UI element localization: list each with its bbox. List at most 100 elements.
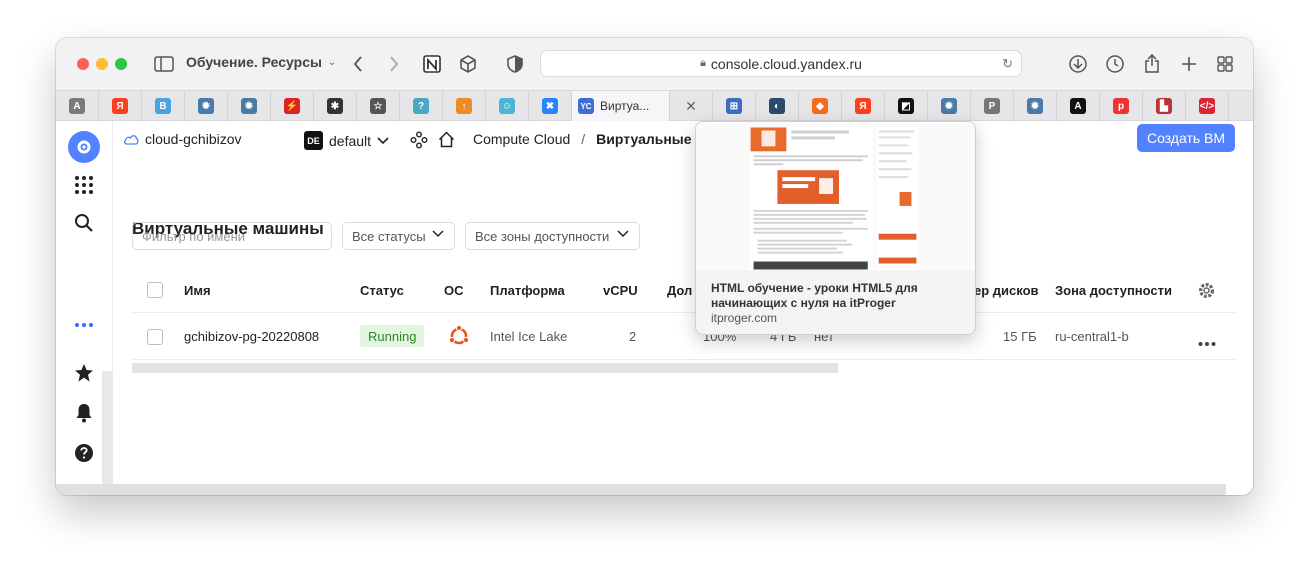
pinned-tab-1[interactable]: Я	[99, 91, 142, 121]
select-all-checkbox[interactable]	[147, 282, 163, 298]
folder-name: default	[329, 132, 372, 149]
column-header-name[interactable]: Имя	[184, 283, 211, 298]
home-icon[interactable]	[438, 131, 455, 148]
status-filter-select[interactable]: Все статусы	[342, 222, 455, 250]
pinned-right-tab-9[interactable]: p	[1100, 91, 1143, 121]
pinned-right-tab-3[interactable]: Я	[842, 91, 885, 121]
column-header-share[interactable]: Дол	[667, 283, 692, 298]
pinned-tab-5[interactable]: ⚡	[271, 91, 314, 121]
create-vm-button[interactable]: Создать ВМ	[1137, 124, 1235, 152]
pinned-right-tab-4[interactable]: ◩	[885, 91, 928, 121]
status-badge: Running	[360, 325, 425, 347]
favicon-icon: ☆	[370, 98, 386, 114]
share-icon[interactable]	[1141, 53, 1163, 75]
column-header-zone[interactable]: Зона доступности	[1055, 283, 1172, 298]
address-bar[interactable]: 🔒︎ console.cloud.yandex.ru ↻	[540, 50, 1022, 77]
breadcrumb-service[interactable]: Compute Cloud	[473, 131, 570, 147]
shield-icon[interactable]	[504, 53, 526, 75]
vm-vcpu: 2	[629, 329, 637, 344]
column-header-status[interactable]: Статус	[360, 283, 404, 298]
history-icon[interactable]	[1104, 53, 1126, 75]
pinned-tab-10[interactable]: ☺	[486, 91, 529, 121]
pinned-tab-9[interactable]: ↑	[443, 91, 486, 121]
table-horizontal-scrollbar[interactable]	[132, 363, 838, 373]
favicon-icon: ✹	[941, 98, 957, 114]
pinned-right-tab-1[interactable]: ◐	[756, 91, 799, 121]
favicon-icon: A	[69, 98, 85, 114]
pinned-tabs-right: ⊞ ◐ ◆ Я ◩ ✹ P ✹ Ap ▙ </>	[713, 91, 1229, 121]
pinned-right-tab-8[interactable]: A	[1057, 91, 1100, 121]
row-actions-icon[interactable]	[1198, 334, 1216, 352]
services-grid-icon[interactable]	[70, 171, 98, 199]
downloads-icon[interactable]	[1067, 53, 1089, 75]
notifications-bell-icon[interactable]	[70, 399, 98, 427]
zoom-window-button[interactable]	[115, 58, 127, 70]
favicon-icon: ✖	[542, 98, 558, 114]
tab-preview-tooltip: HTML обучение - уроки HTML5 для начинающ…	[695, 121, 976, 335]
service-switcher-icon[interactable]	[410, 131, 428, 149]
cloud-name: cloud-gchibizov	[145, 131, 242, 147]
vm-zone: ru-central1-b	[1055, 329, 1129, 344]
pinned-tab-11[interactable]: ✖	[529, 91, 572, 121]
pinned-tab-6[interactable]: ✱	[314, 91, 357, 121]
notion-extension-icon[interactable]	[421, 53, 443, 75]
pinned-tab-8[interactable]: ?	[400, 91, 443, 121]
pinned-right-tab-10[interactable]: ▙	[1143, 91, 1186, 121]
pinned-tab-2[interactable]: B	[142, 91, 185, 121]
table-settings-gear-icon[interactable]	[1197, 281, 1216, 305]
tab-overview-icon[interactable]	[1214, 53, 1236, 75]
column-header-disk[interactable]: ер дисков	[974, 283, 1039, 298]
column-header-os[interactable]: ОС	[444, 283, 464, 298]
column-header-platform[interactable]: Платформа	[490, 283, 565, 298]
favicon-icon: ⊞	[726, 98, 742, 114]
tab-group-title: Обучение. Ресурсы	[186, 54, 322, 70]
cloud-selector[interactable]: cloud-gchibizov	[123, 131, 242, 147]
back-icon[interactable]	[347, 53, 369, 75]
more-icon[interactable]	[70, 311, 98, 339]
favicon-icon: ⚡	[284, 98, 300, 114]
new-tab-icon[interactable]	[1178, 53, 1200, 75]
close-tab-icon[interactable]: ✕	[670, 91, 713, 121]
favicon-icon: </>	[1199, 98, 1215, 114]
reload-icon[interactable]: ↻	[1002, 56, 1013, 72]
favicon-icon: ▙	[1156, 98, 1172, 114]
pinned-tab-3[interactable]: ✹	[185, 91, 228, 121]
sidebar-toggle-icon[interactable]	[153, 53, 175, 75]
vm-name[interactable]: gchibizov-pg-20220808	[184, 329, 319, 344]
favicon-icon: p	[1113, 98, 1129, 114]
favorites-star-icon[interactable]	[70, 359, 98, 387]
zone-filter-select[interactable]: Все зоны доступности	[465, 222, 640, 250]
search-icon[interactable]	[70, 209, 98, 237]
pinned-tab-0[interactable]: A	[56, 91, 99, 121]
pinned-right-tab-6[interactable]: P	[971, 91, 1014, 121]
pinned-right-tab-0[interactable]: ⊞	[713, 91, 756, 121]
page-horizontal-scrollbar[interactable]	[56, 484, 1226, 495]
pinned-tab-7[interactable]: ☆	[357, 91, 400, 121]
pinned-right-tab-2[interactable]: ◆	[799, 91, 842, 121]
pinned-tab-4[interactable]: ✹	[228, 91, 271, 121]
console-header: cloud-gchibizov DE default Compute Cloud…	[113, 121, 1253, 159]
yandex-cloud-favicon-icon: YC	[578, 98, 594, 114]
favicon-icon: ✹	[198, 98, 214, 114]
pinned-right-tab-11[interactable]: </>	[1186, 91, 1229, 121]
favicon-icon: ☺	[499, 98, 515, 114]
minimize-window-button[interactable]	[96, 58, 108, 70]
pinned-right-tab-7[interactable]: ✹	[1014, 91, 1057, 121]
box-extension-icon[interactable]	[457, 53, 479, 75]
yandex-cloud-logo-icon[interactable]	[68, 131, 100, 163]
name-filter-input[interactable]: Фильтр по имени	[132, 222, 332, 250]
forward-icon[interactable]	[383, 53, 405, 75]
active-tab[interactable]: YC Виртуа...	[572, 91, 670, 121]
tab-preview-url: itproger.com	[711, 311, 778, 325]
pinned-right-tab-5[interactable]: ✹	[928, 91, 971, 121]
close-window-button[interactable]	[77, 58, 89, 70]
chevron-down-icon: ⌄	[327, 56, 337, 68]
tab-group-selector[interactable]: Обучение. Ресурсы ⌄	[186, 54, 336, 70]
ubuntu-icon	[448, 325, 470, 345]
tab-preview-title: HTML обучение - уроки HTML5 для начинающ…	[711, 281, 918, 310]
folder-selector[interactable]: DE default	[304, 131, 389, 150]
zone-filter-value: Все зоны доступности	[475, 228, 610, 244]
row-checkbox[interactable]	[147, 329, 163, 345]
help-icon[interactable]	[70, 439, 98, 467]
column-header-vcpu[interactable]: vCPU	[603, 283, 638, 298]
